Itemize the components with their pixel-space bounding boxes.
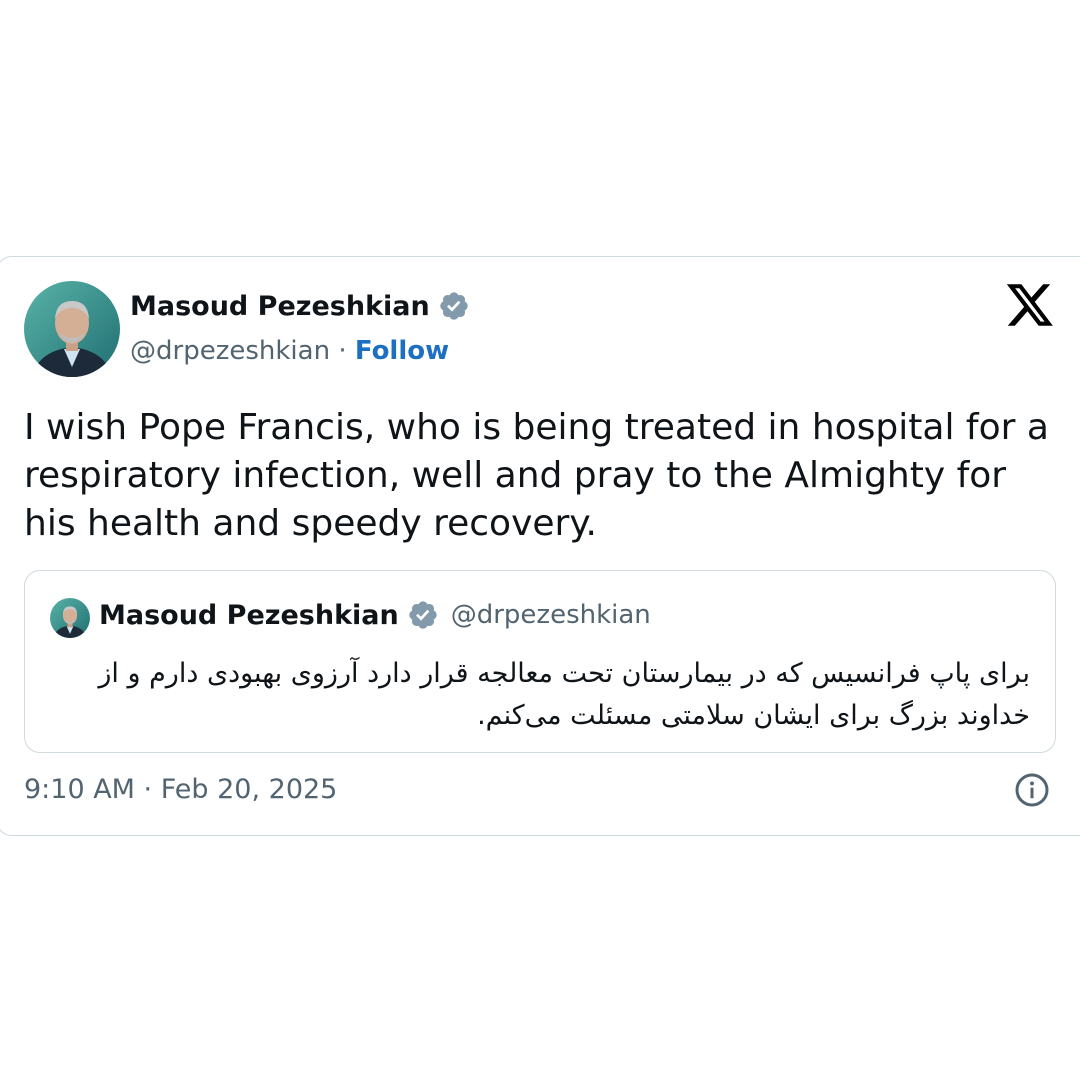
author-handle[interactable]: @drpezeshkian	[130, 336, 330, 366]
quoted-tweet[interactable]: Masoud Pezeshkian @drpezeshkian برای پاپ…	[24, 570, 1056, 753]
tweet-text: I wish Pope Francis, who is being treate…	[24, 407, 1049, 544]
avatar[interactable]	[24, 281, 120, 377]
separator: ·	[330, 336, 355, 366]
author-name[interactable]: Masoud Pezeshkian	[130, 290, 470, 322]
quoted-avatar[interactable]	[50, 598, 90, 638]
follow-button[interactable]: Follow	[355, 336, 449, 366]
verified-badge-icon	[409, 601, 437, 629]
quoted-author-name[interactable]: Masoud Pezeshkian	[99, 600, 399, 631]
timestamp[interactable]: 9:10 AM · Feb 20, 2025	[24, 774, 337, 805]
author-name-text[interactable]: Masoud Pezeshkian	[130, 291, 430, 322]
quoted-header: Masoud Pezeshkian @drpezeshkian	[99, 599, 651, 631]
info-icon[interactable]	[1014, 772, 1050, 808]
quoted-author-handle: @drpezeshkian	[450, 600, 651, 630]
x-logo-icon[interactable]	[1007, 284, 1053, 326]
verified-badge-icon	[440, 292, 468, 320]
handle-row: @drpezeshkian · Follow	[130, 336, 449, 366]
quoted-tweet-text: برای پاپ فرانسیس که در بیمارستان تحت معا…	[98, 658, 1030, 731]
